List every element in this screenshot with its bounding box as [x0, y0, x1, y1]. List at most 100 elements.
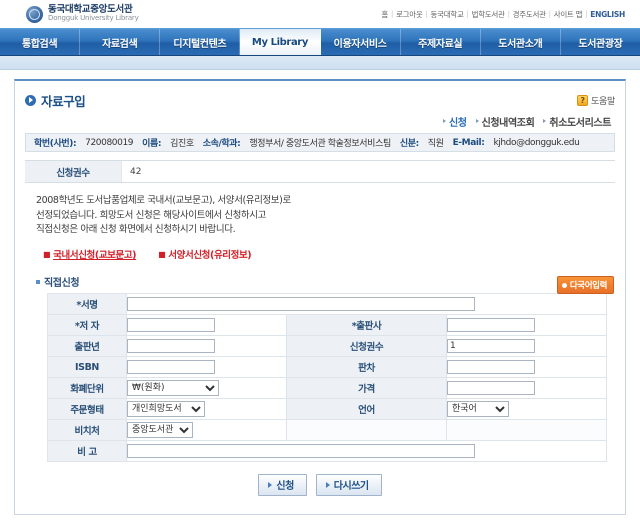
- user-status-value: 직원: [427, 139, 444, 149]
- request-count-value: 42: [130, 166, 142, 177]
- main-navigation: 통합검색 자료검색 디지털컨텐츠 My Library 이용자서비스 주제자료실…: [0, 28, 640, 56]
- sub-link-cancelled-label: 취소도서리스트: [549, 117, 611, 129]
- form-row-remark: 비 고: [47, 440, 607, 463]
- cell-author-input: [126, 314, 287, 337]
- square-bullet-icon: [36, 279, 40, 284]
- label-price: 가격: [286, 377, 447, 400]
- remark-input[interactable]: [127, 444, 475, 459]
- label-pubyear: 출판년: [47, 335, 127, 358]
- label-currency: 화폐단위: [47, 377, 127, 400]
- notice-line-1: 2008학년도 도서납품업체로 국내서(교보문고), 서양서(유리정보)로: [36, 195, 291, 206]
- content-area: 자료구입 ? 도움말 신청 신청내역조회 취소도서리스트 학번(사번): 720…: [0, 70, 640, 515]
- sub-link-apply[interactable]: 신청: [442, 114, 467, 129]
- user-dept-value: 행정부서/ 중앙도서관 학술정보서비스팀: [249, 139, 391, 149]
- cell-order-type-select: 개인희망도서학과추천도서교수추천도서: [126, 398, 287, 421]
- user-email-value: kjhdo@dongguk.edu: [493, 137, 580, 148]
- sub-navigation: 신청 신청내역조회 취소도서리스트: [25, 111, 615, 131]
- util-link-gyeongju-library[interactable]: 경주도서관: [510, 9, 549, 20]
- cell-copies-input: [446, 335, 607, 358]
- multilingual-input-label: 다국어입력: [569, 281, 608, 291]
- arrow-icon: [268, 481, 273, 488]
- cell-pubyear-input: [126, 335, 287, 358]
- util-link-logout[interactable]: 로그아웃: [393, 9, 425, 20]
- util-link-home[interactable]: 홈: [378, 9, 391, 20]
- foreign-book-request-link[interactable]: ■ 서양서신청(유리정보): [158, 247, 252, 262]
- external-vendor-links: ■ 국내서신청(교보문고) ■ 서양서신청(유리정보): [43, 247, 615, 262]
- multilingual-input-button[interactable]: 다국어입력: [556, 276, 614, 294]
- util-link-english[interactable]: ENGLISH: [587, 10, 628, 19]
- nav-item-user-services[interactable]: 이용자서비스: [321, 29, 401, 55]
- foreign-book-request-label: 서양서신청(유리정보): [168, 250, 252, 262]
- label-title: *서명: [47, 293, 127, 316]
- help-button[interactable]: ? 도움말: [577, 94, 615, 107]
- language-select[interactable]: 한국어영어일어중국어: [447, 401, 509, 418]
- domestic-book-request-link[interactable]: ■ 국내서신청(교보문고): [43, 247, 137, 262]
- nav-item-library-plaza[interactable]: 도서관광장: [561, 29, 640, 55]
- edition-input[interactable]: [447, 360, 535, 375]
- nav-item-subject-rooms[interactable]: 주제자료실: [401, 29, 481, 55]
- pubyear-input[interactable]: [127, 339, 215, 354]
- domestic-book-request-label: 국내서신청(교보문고): [53, 250, 137, 262]
- currency-select[interactable]: ₩(원화)$(달러)¥(엔화)€(유로): [127, 380, 219, 397]
- label-location: 비치처: [47, 419, 127, 442]
- arrow-icon: [475, 119, 479, 123]
- location-select[interactable]: 중앙도서관법학도서관경주도서관: [127, 422, 193, 439]
- submit-button-label: 신청: [276, 481, 294, 493]
- nav-item-library-intro[interactable]: 도서관소개: [481, 29, 561, 55]
- user-status-label: 신분:: [399, 139, 419, 149]
- form-row-location: 비치처 중앙도서관법학도서관경주도서관: [47, 419, 607, 442]
- bullet-icon: ■: [158, 249, 166, 259]
- logo-english-name: Dongguk University Library: [48, 14, 139, 23]
- request-count-row: 신청권수 42: [25, 160, 615, 183]
- form-row-currency-price: 화폐단위 ₩(원화)$(달러)¥(엔화)€(유로) 가격: [47, 377, 607, 400]
- nav-item-my-library[interactable]: My Library: [240, 29, 321, 55]
- order-type-select[interactable]: 개인희망도서학과추천도서교수추천도서: [127, 401, 205, 418]
- label-remark: 비 고: [47, 440, 127, 463]
- sub-link-history-label: 신청내역조회: [481, 117, 535, 129]
- sub-link-cancelled-list[interactable]: 취소도서리스트: [543, 114, 611, 129]
- user-name-label: 이름:: [142, 139, 162, 149]
- label-edition: 판차: [286, 356, 447, 379]
- price-input[interactable]: [447, 381, 535, 396]
- author-input[interactable]: [127, 318, 215, 333]
- reset-button[interactable]: 다시쓰기: [315, 474, 382, 497]
- main-panel: 자료구입 ? 도움말 신청 신청내역조회 취소도서리스트 학번(사번): 720…: [14, 79, 626, 515]
- cell-isbn-input: [126, 356, 287, 379]
- form-row-isbn-edition: ISBN 판차: [47, 356, 607, 379]
- isbn-input[interactable]: [127, 360, 215, 375]
- label-author: *저 자: [47, 314, 127, 337]
- label-isbn: ISBN: [47, 356, 127, 379]
- request-form-table: *서명 *저 자 *출판사 출판년 신청권수 1 ISBN 판차 화폐단위 ₩(…: [47, 293, 607, 463]
- cell-language-select: 한국어영어일어중국어: [446, 398, 607, 421]
- user-id-value: 720080019: [85, 137, 134, 148]
- label-copies: 신청권수: [286, 335, 447, 358]
- user-email-label: E-Mail:: [452, 137, 485, 148]
- user-dept-label: 소속/학과:: [202, 139, 241, 149]
- util-link-sitemap[interactable]: 사이트 맵: [551, 9, 585, 20]
- notice-line-2: 선정되었습니다. 희망도서 신청은 해당사이트에서 신청하시고: [36, 209, 266, 221]
- help-label: 도움말: [591, 96, 615, 107]
- library-emblem-icon: [26, 5, 43, 23]
- util-link-university[interactable]: 동국대학교: [428, 9, 467, 20]
- nav-item-material-search[interactable]: 자료검색: [80, 29, 161, 55]
- page-title-text: 자료구입: [41, 93, 86, 109]
- form-actions: 신청 다시쓰기: [25, 474, 615, 497]
- cell-location-select: 중앙도서관법학도서관경주도서관: [126, 419, 287, 442]
- notice-line-3: 직접신청은 아래 신청 화면에서 신청하시기 바랍니다.: [36, 224, 236, 236]
- publisher-input[interactable]: [447, 318, 535, 333]
- cell-empty-left: [286, 419, 447, 442]
- logo-text: 동국대학교중앙도서관 Dongguk University Library: [48, 5, 139, 22]
- user-info-bar: 학번(사번): 720080019 이름: 김진호 소속/학과: 행정부서/ 중…: [25, 133, 615, 152]
- title-input[interactable]: [127, 297, 475, 312]
- util-link-law-library[interactable]: 법학도서관: [469, 9, 508, 20]
- cell-title-input: [126, 293, 607, 316]
- sub-link-history[interactable]: 신청내역조회: [475, 114, 535, 129]
- site-logo[interactable]: 동국대학교중앙도서관 Dongguk University Library: [26, 5, 139, 23]
- nav-item-digital-contents[interactable]: 디지털컨텐츠: [160, 29, 241, 55]
- copies-input[interactable]: [447, 339, 535, 354]
- cell-edition-input: [446, 356, 607, 379]
- cell-remark-input: [126, 440, 607, 463]
- submit-button[interactable]: 신청: [258, 474, 307, 497]
- nav-item-integrated-search[interactable]: 통합검색: [0, 29, 81, 55]
- footer-spacer: [0, 515, 640, 529]
